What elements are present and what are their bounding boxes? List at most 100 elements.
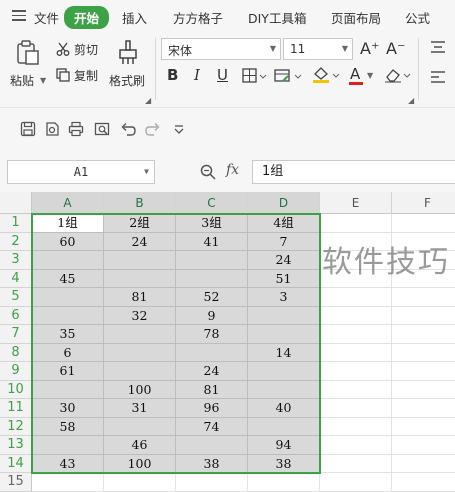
copy-icon (56, 68, 70, 82)
font-expand-icon[interactable]: ◢ (408, 96, 414, 105)
zoom-icon[interactable] (200, 164, 216, 180)
cell-f11[interactable] (392, 399, 455, 418)
increase-font-size-button[interactable]: A⁺ (360, 39, 379, 58)
cell-e15[interactable] (320, 473, 392, 492)
cell-f7[interactable] (392, 325, 455, 344)
column-header-b[interactable]: B (104, 192, 176, 214)
redo-icon[interactable] (145, 121, 161, 137)
row-header-14[interactable]: 14 (0, 454, 32, 473)
tab-insert[interactable]: 插入 (122, 8, 147, 27)
chevron-down-icon: ▼ (367, 71, 374, 80)
cell-e1[interactable] (320, 214, 392, 233)
row-header-4[interactable]: 4 (0, 269, 32, 288)
align-left-icon[interactable] (430, 70, 446, 84)
cell-f14[interactable] (392, 455, 455, 473)
tab-formulas[interactable]: 公式 (405, 8, 430, 27)
spreadsheet-grid: A B C D E F 1 1组 2组 3组 4组 2 60 24 41 7 3 24 4 45 51 5 81 52 3 6 32… (0, 192, 455, 492)
cell-f5[interactable] (392, 288, 455, 307)
cell-d15[interactable] (248, 473, 320, 492)
cell-f6[interactable] (392, 307, 455, 325)
paste-icon (17, 40, 39, 65)
row-header-15[interactable]: 15 (0, 473, 32, 492)
undo-icon[interactable] (120, 121, 136, 137)
menu-file[interactable]: 文件 (34, 8, 59, 27)
cut-button[interactable]: 剪切 (56, 41, 106, 59)
row-header-10[interactable]: 10 (0, 380, 32, 399)
font-color-button[interactable]: A ▼ (348, 64, 376, 86)
row-header-2[interactable]: 2 (0, 232, 32, 251)
row-header-6[interactable]: 6 (0, 306, 32, 325)
select-all-corner[interactable] (0, 192, 32, 214)
column-header-c[interactable]: C (176, 192, 248, 214)
cell-f8[interactable] (392, 344, 455, 362)
tab-home[interactable]: 开始 (64, 6, 110, 29)
fill-color-icon[interactable] (312, 66, 342, 84)
paste-label: 粘贴 (10, 74, 35, 88)
cell-e9[interactable] (320, 362, 392, 381)
hamburger-menu-icon[interactable] (12, 10, 26, 21)
column-header-d[interactable]: D (248, 192, 320, 214)
row-header-3[interactable]: 3 (0, 251, 32, 270)
ribbon-divider (418, 38, 419, 100)
export-pdf-icon[interactable] (44, 121, 60, 137)
scissors-icon (56, 42, 70, 56)
cell-e14[interactable] (320, 454, 392, 473)
cell-f12[interactable] (392, 418, 455, 436)
tab-fangfang[interactable]: 方方格子 (173, 8, 223, 27)
clipboard-expand-icon[interactable]: ◢ (145, 96, 151, 105)
underline-button[interactable]: U (217, 66, 228, 84)
align-top-icon[interactable] (430, 40, 446, 54)
cell-f10[interactable] (392, 381, 455, 399)
cell-f13[interactable] (392, 436, 455, 455)
print-preview-icon[interactable] (94, 121, 110, 137)
quick-access-toolbar (0, 108, 455, 150)
row-header-12[interactable]: 12 (0, 417, 32, 436)
cell-e12[interactable] (320, 417, 392, 436)
cell-c15[interactable] (176, 473, 248, 492)
row-header-13[interactable]: 13 (0, 436, 32, 455)
cell-f1[interactable] (392, 214, 455, 233)
font-name-select[interactable]: 宋体 ▼ (161, 38, 281, 60)
row-header-1[interactable]: 1 (0, 214, 32, 233)
format-painter-button[interactable]: 格式刷 (107, 38, 149, 90)
column-header-f[interactable]: F (392, 192, 455, 214)
save-icon[interactable] (20, 121, 36, 137)
tab-diy-toolbox[interactable]: DIY工具箱 (248, 8, 306, 27)
font-name-value: 宋体 (168, 44, 193, 58)
cell-e13[interactable] (320, 436, 392, 455)
font-size-select[interactable]: 11 ▼ (283, 38, 353, 60)
cell-e8[interactable] (320, 343, 392, 362)
column-header-a[interactable]: A (32, 192, 104, 214)
paste-button[interactable]: 粘贴 ▼ (8, 38, 48, 90)
chevron-down-icon: ▼ (144, 167, 149, 176)
cell-e5[interactable] (320, 288, 392, 307)
tab-page-layout[interactable]: 页面布局 (331, 8, 381, 27)
cell-e7[interactable] (320, 325, 392, 344)
cell-e10[interactable] (320, 380, 392, 399)
cell-f15[interactable] (392, 473, 455, 492)
name-box[interactable]: A1 ▼ (7, 160, 155, 184)
cell-a15[interactable] (32, 473, 104, 492)
row-header-7[interactable]: 7 (0, 325, 32, 344)
row-header-11[interactable]: 11 (0, 399, 32, 418)
customize-toolbar-icon[interactable] (171, 121, 187, 137)
formula-input[interactable]: 1组 (252, 160, 455, 184)
function-icon[interactable]: fx (226, 162, 239, 178)
borders-icon[interactable] (242, 68, 268, 84)
italic-button[interactable]: I (194, 66, 200, 84)
font-size-value: 11 (290, 42, 306, 56)
row-header-5[interactable]: 5 (0, 288, 32, 307)
cell-b15[interactable] (104, 473, 176, 492)
clear-format-icon[interactable] (384, 66, 414, 84)
cell-e6[interactable] (320, 306, 392, 325)
cell-style-icon[interactable] (274, 68, 304, 84)
cell-e11[interactable] (320, 399, 392, 418)
print-icon[interactable] (68, 121, 84, 137)
cell-f9[interactable] (392, 362, 455, 381)
row-header-8[interactable]: 8 (0, 343, 32, 362)
decrease-font-size-button[interactable]: A⁻ (386, 39, 405, 58)
copy-button[interactable]: 复制 (56, 67, 106, 85)
bold-button[interactable]: B (167, 66, 178, 84)
column-header-e[interactable]: E (320, 192, 392, 214)
row-header-9[interactable]: 9 (0, 362, 32, 381)
